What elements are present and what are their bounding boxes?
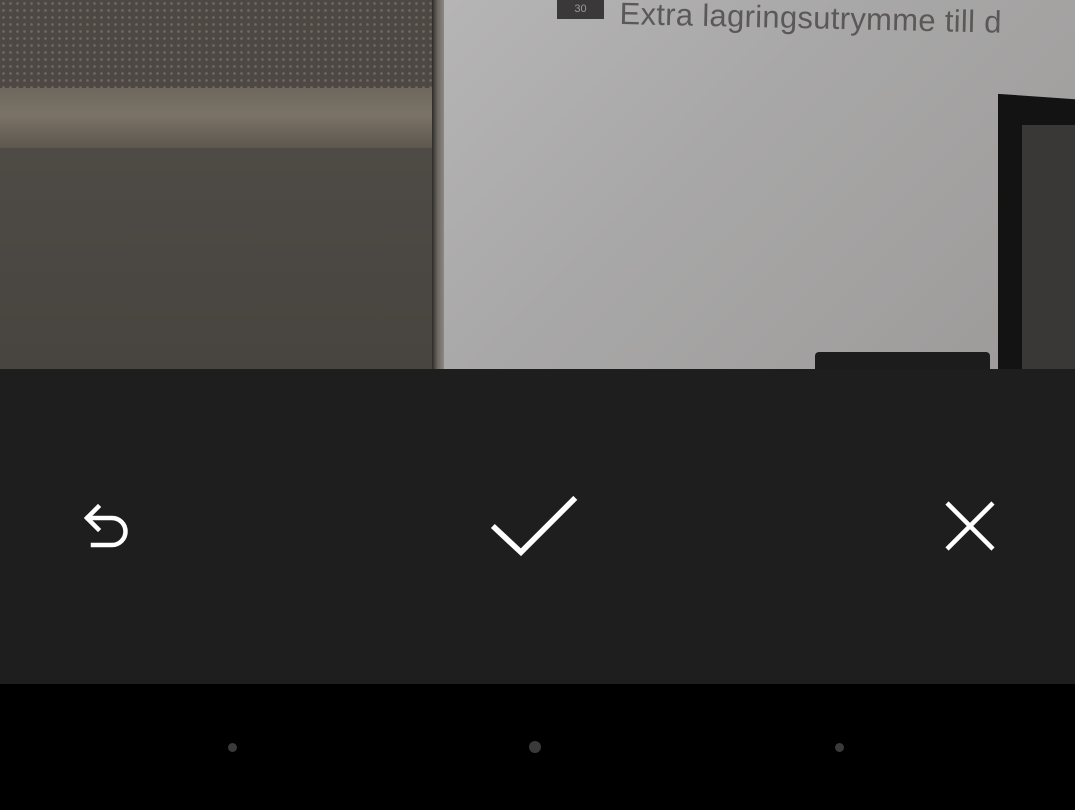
nav-recent-apps-button[interactable] <box>821 740 857 754</box>
photo-mesh-texture <box>0 0 437 88</box>
cancel-button[interactable] <box>925 481 1015 571</box>
back-dot-icon <box>227 742 237 752</box>
system-navigation-bar <box>0 684 1075 810</box>
recent-apps-dot-icon <box>834 742 844 752</box>
checkmark-icon <box>490 495 578 557</box>
photo-lower-panel <box>0 148 437 369</box>
retake-arrow-icon <box>83 503 128 548</box>
nav-home-button[interactable] <box>517 740 553 754</box>
review-control-bar <box>0 369 1075 684</box>
photo-badge: 30 <box>557 0 604 19</box>
captured-photo-preview: 30 Extra lagringsutrymme till d <box>0 0 1075 369</box>
retake-button[interactable] <box>56 481 146 571</box>
photo-paper-surface <box>444 0 1075 369</box>
photo-monitor-stand <box>815 352 990 369</box>
done-button[interactable] <box>490 481 580 571</box>
photo-monitor-screen <box>1022 125 1075 369</box>
camera-review-screen: 30 Extra lagringsutrymme till d <box>0 0 1075 810</box>
photo-box-edge <box>432 0 444 369</box>
nav-back-button[interactable] <box>214 740 250 754</box>
close-icon <box>945 501 995 551</box>
photo-light-band <box>0 88 437 148</box>
home-dot-icon <box>529 741 541 753</box>
